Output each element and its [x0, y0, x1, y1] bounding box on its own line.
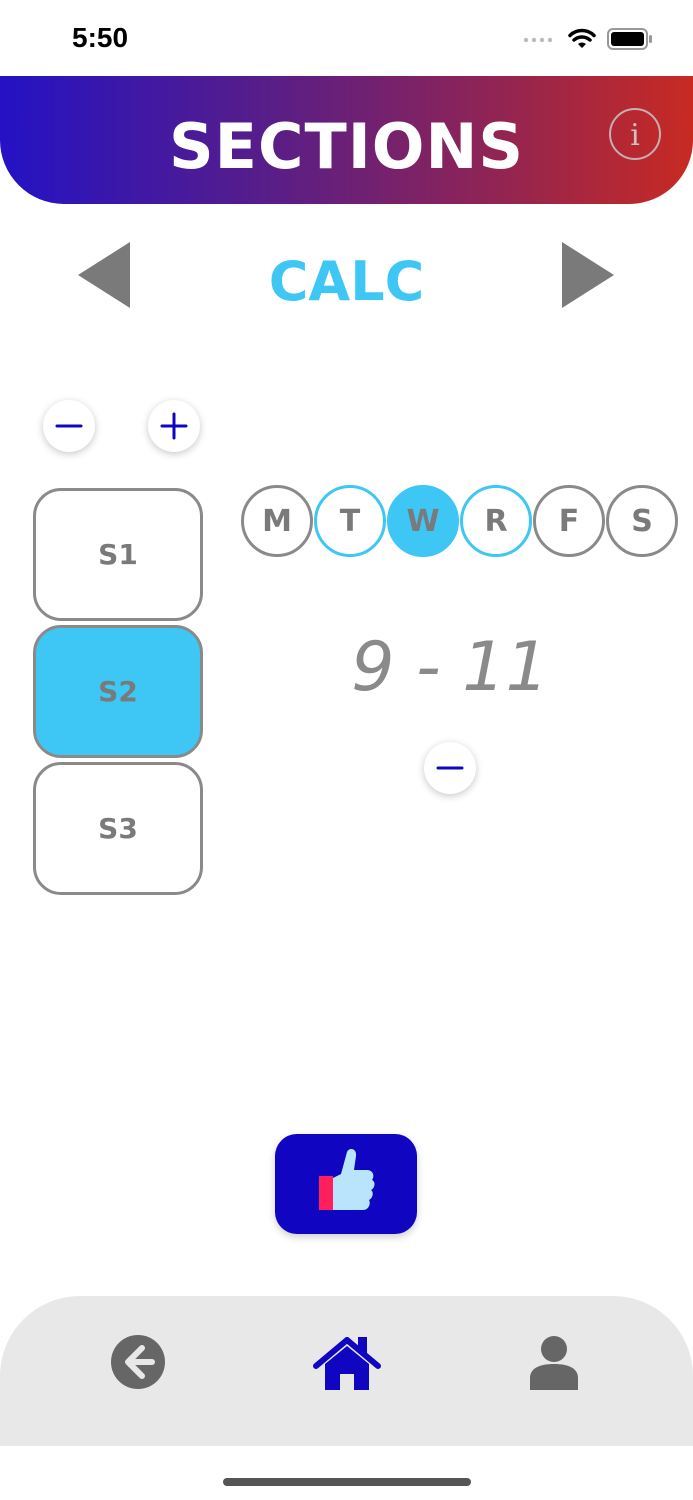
- day-tuesday[interactable]: T: [314, 485, 386, 557]
- status-time: 5:50: [72, 22, 129, 53]
- plus-icon: [160, 412, 188, 440]
- day-monday[interactable]: M: [241, 485, 313, 557]
- time-range: 9 - 11: [351, 628, 549, 707]
- header-banner: SECTIONS i: [0, 76, 693, 204]
- info-button[interactable]: i: [609, 108, 661, 160]
- wifi-icon: [568, 28, 596, 48]
- add-section-button[interactable]: [148, 400, 200, 452]
- day-friday[interactable]: F: [533, 485, 605, 557]
- status-icons: [523, 28, 653, 50]
- cellular-signal-icon: [523, 37, 553, 43]
- home-indicator: [223, 1478, 471, 1486]
- confirm-button[interactable]: [275, 1134, 417, 1234]
- tab-bar: [0, 1296, 693, 1446]
- remove-time-button[interactable]: [424, 742, 476, 794]
- day-saturday[interactable]: S: [606, 485, 678, 557]
- next-course-arrow[interactable]: [560, 240, 616, 310]
- home-icon[interactable]: [312, 1334, 382, 1392]
- section-button-s3[interactable]: S3: [33, 762, 203, 895]
- page-title: SECTIONS: [168, 110, 525, 183]
- status-bar: 5:50: [0, 0, 693, 76]
- back-arrow-icon[interactable]: [110, 1334, 166, 1390]
- section-button-s1[interactable]: S1: [33, 488, 203, 621]
- section-button-s2[interactable]: S2: [33, 625, 203, 758]
- thumbs-up-icon: [319, 1148, 375, 1210]
- minus-icon: [436, 766, 464, 770]
- remove-section-button[interactable]: [43, 400, 95, 452]
- day-wednesday[interactable]: W: [387, 485, 459, 557]
- info-icon: i: [630, 118, 640, 153]
- battery-icon: [607, 28, 652, 50]
- minus-icon: [55, 424, 83, 428]
- person-icon[interactable]: [528, 1334, 580, 1390]
- day-thursday[interactable]: R: [460, 485, 532, 557]
